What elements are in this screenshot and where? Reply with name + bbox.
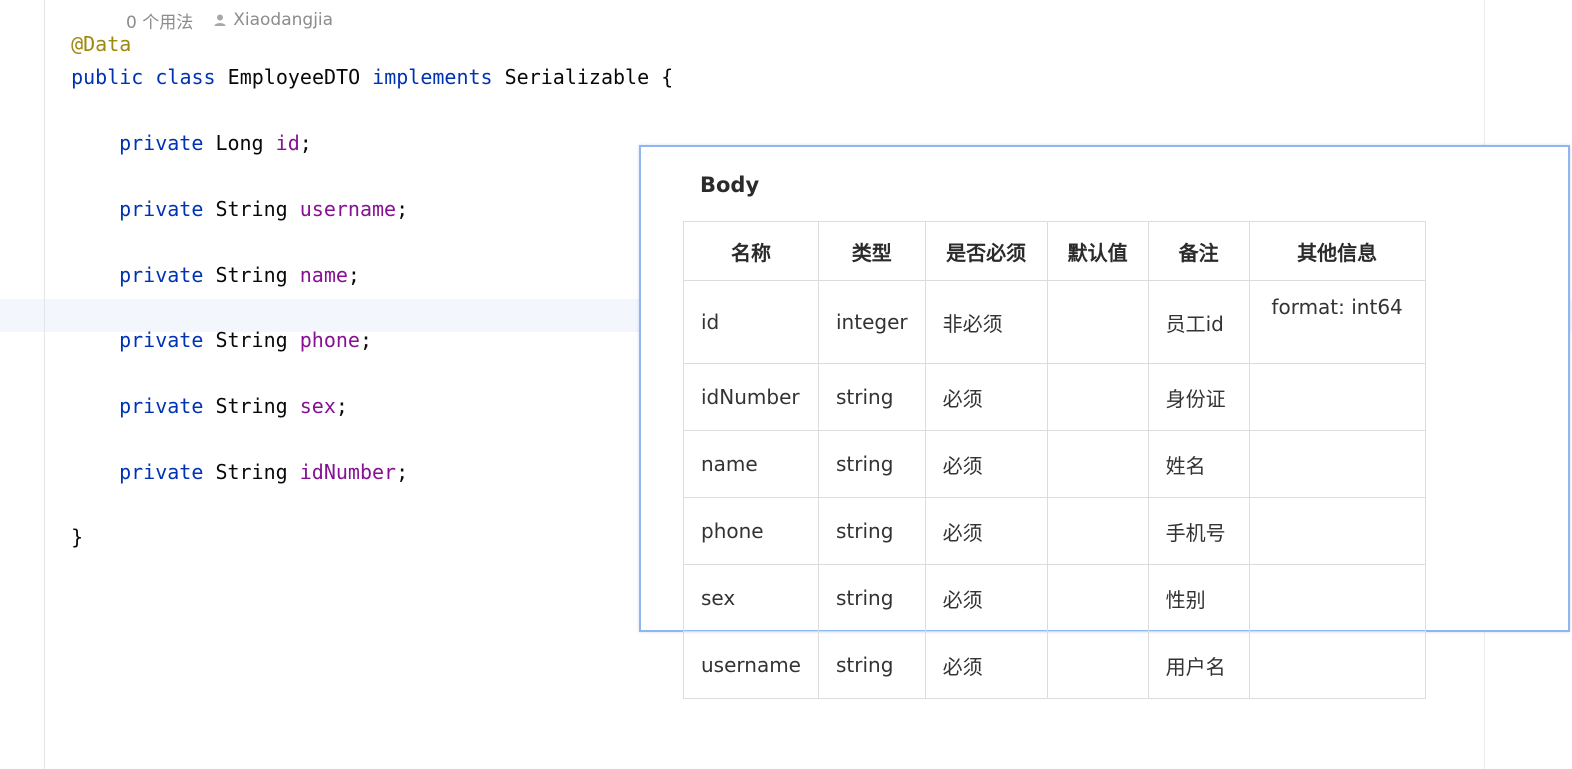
cell-default — [1046, 430, 1149, 498]
cell-remark: 用户名 — [1147, 631, 1250, 699]
body-schema-table: 名称 类型 是否必须 默认值 备注 其他信息 id integer 非必须 员工… — [683, 221, 1426, 699]
code-line-closing-brace[interactable]: } — [47, 501, 83, 549]
cell-required: 必须 — [924, 564, 1048, 632]
field-type[interactable]: Long — [215, 131, 263, 155]
header-type: 类型 — [818, 221, 926, 281]
table-row: phone string 必须 手机号 — [683, 497, 1426, 565]
field-name[interactable]: name — [300, 263, 348, 287]
cell-remark: 手机号 — [1147, 497, 1250, 565]
cell-name: name — [683, 430, 819, 498]
cell-name: sex — [683, 564, 819, 632]
field-name[interactable]: id — [276, 131, 300, 155]
cell-extra: format: int64 — [1248, 280, 1426, 364]
usages-hint[interactable]: 0 个用法 — [126, 8, 193, 33]
header-remark: 备注 — [1147, 221, 1250, 281]
class-name[interactable]: EmployeeDTO — [228, 65, 360, 89]
table-row: idNumber string 必须 身份证 — [683, 363, 1426, 431]
header-extra: 其他信息 — [1248, 221, 1426, 281]
cell-extra — [1248, 430, 1426, 498]
cell-name: phone — [683, 497, 819, 565]
header-name: 名称 — [683, 221, 819, 281]
table-row: id integer 非必须 员工id format: int64 — [683, 280, 1426, 364]
cell-remark: 性别 — [1147, 564, 1250, 632]
field-name[interactable]: idNumber — [300, 460, 396, 484]
gutter-divider — [44, 0, 45, 769]
cell-type: string — [818, 363, 926, 431]
cell-name: idNumber — [683, 363, 819, 431]
cell-default — [1046, 497, 1149, 565]
field-modifier: private — [119, 131, 204, 155]
interface-name[interactable]: Serializable — [505, 65, 650, 89]
header-required: 是否必须 — [924, 221, 1048, 281]
open-brace: { — [661, 65, 674, 89]
cell-required: 必须 — [924, 631, 1048, 699]
api-doc-popup[interactable]: Body 名称 类型 是否必须 默认值 备注 其他信息 id integer 非… — [639, 145, 1570, 699]
cell-type: string — [818, 497, 926, 565]
cell-type: string — [818, 564, 926, 632]
cell-name: username — [683, 631, 819, 699]
field-modifier: private — [119, 328, 204, 352]
cell-name: id — [683, 280, 819, 364]
cell-default — [1046, 363, 1149, 431]
header-default: 默认值 — [1046, 221, 1149, 281]
field-modifier: private — [119, 263, 204, 287]
code-line-field-username[interactable]: private String username; — [95, 173, 408, 221]
code-line-field-phone[interactable]: private String phone; — [95, 304, 372, 352]
code-line-field-name[interactable]: private String name; — [95, 239, 360, 287]
author-person-icon — [213, 13, 227, 27]
cell-required: 必须 — [924, 363, 1048, 431]
field-type[interactable]: String — [215, 197, 287, 221]
cell-extra — [1248, 497, 1426, 565]
code-line-field-idnumber[interactable]: private String idNumber; — [95, 436, 408, 484]
cell-default — [1046, 631, 1149, 699]
cell-remark: 姓名 — [1147, 430, 1250, 498]
inlay-hints: 0 个用法 Xiaodangjia — [126, 8, 333, 33]
code-line-class-declaration[interactable]: public class EmployeeDTO implements Seri… — [47, 41, 673, 89]
close-brace: } — [71, 525, 84, 549]
table-row: sex string 必须 性别 — [683, 564, 1426, 632]
cell-type: integer — [818, 280, 926, 364]
cell-required: 必须 — [924, 497, 1048, 565]
field-type[interactable]: String — [215, 460, 287, 484]
cell-type: string — [818, 430, 926, 498]
field-modifier: private — [119, 197, 204, 221]
code-line-annotation[interactable]: @Data — [47, 8, 131, 56]
table-header-row: 名称 类型 是否必须 默认值 备注 其他信息 — [683, 221, 1426, 281]
popup-title: Body — [700, 173, 760, 197]
implements-keyword: implements — [372, 65, 493, 89]
field-modifier: private — [119, 460, 204, 484]
cell-required: 必须 — [924, 430, 1048, 498]
field-name[interactable]: phone — [300, 328, 360, 352]
cell-remark: 员工id — [1147, 280, 1250, 364]
field-type[interactable]: String — [215, 394, 287, 418]
cell-required: 非必须 — [924, 280, 1048, 364]
code-line-field-sex[interactable]: private String sex; — [95, 370, 348, 418]
code-line-field-id[interactable]: private Long id; — [95, 107, 312, 155]
table-row: name string 必须 姓名 — [683, 430, 1426, 498]
cell-extra — [1248, 631, 1426, 699]
field-modifier: private — [119, 394, 204, 418]
cell-extra — [1248, 564, 1426, 632]
field-name[interactable]: sex — [300, 394, 336, 418]
field-name[interactable]: username — [300, 197, 396, 221]
author-hint[interactable]: Xiaodangjia — [233, 10, 333, 30]
cell-type: string — [818, 631, 926, 699]
class-keyword: class — [155, 65, 216, 89]
cell-default — [1046, 564, 1149, 632]
cell-remark: 身份证 — [1147, 363, 1250, 431]
public-keyword: public — [71, 65, 144, 89]
cell-extra — [1248, 363, 1426, 431]
field-type[interactable]: String — [215, 328, 287, 352]
field-type[interactable]: String — [215, 263, 287, 287]
cell-default — [1046, 280, 1149, 364]
table-row: username string 必须 用户名 — [683, 631, 1426, 699]
